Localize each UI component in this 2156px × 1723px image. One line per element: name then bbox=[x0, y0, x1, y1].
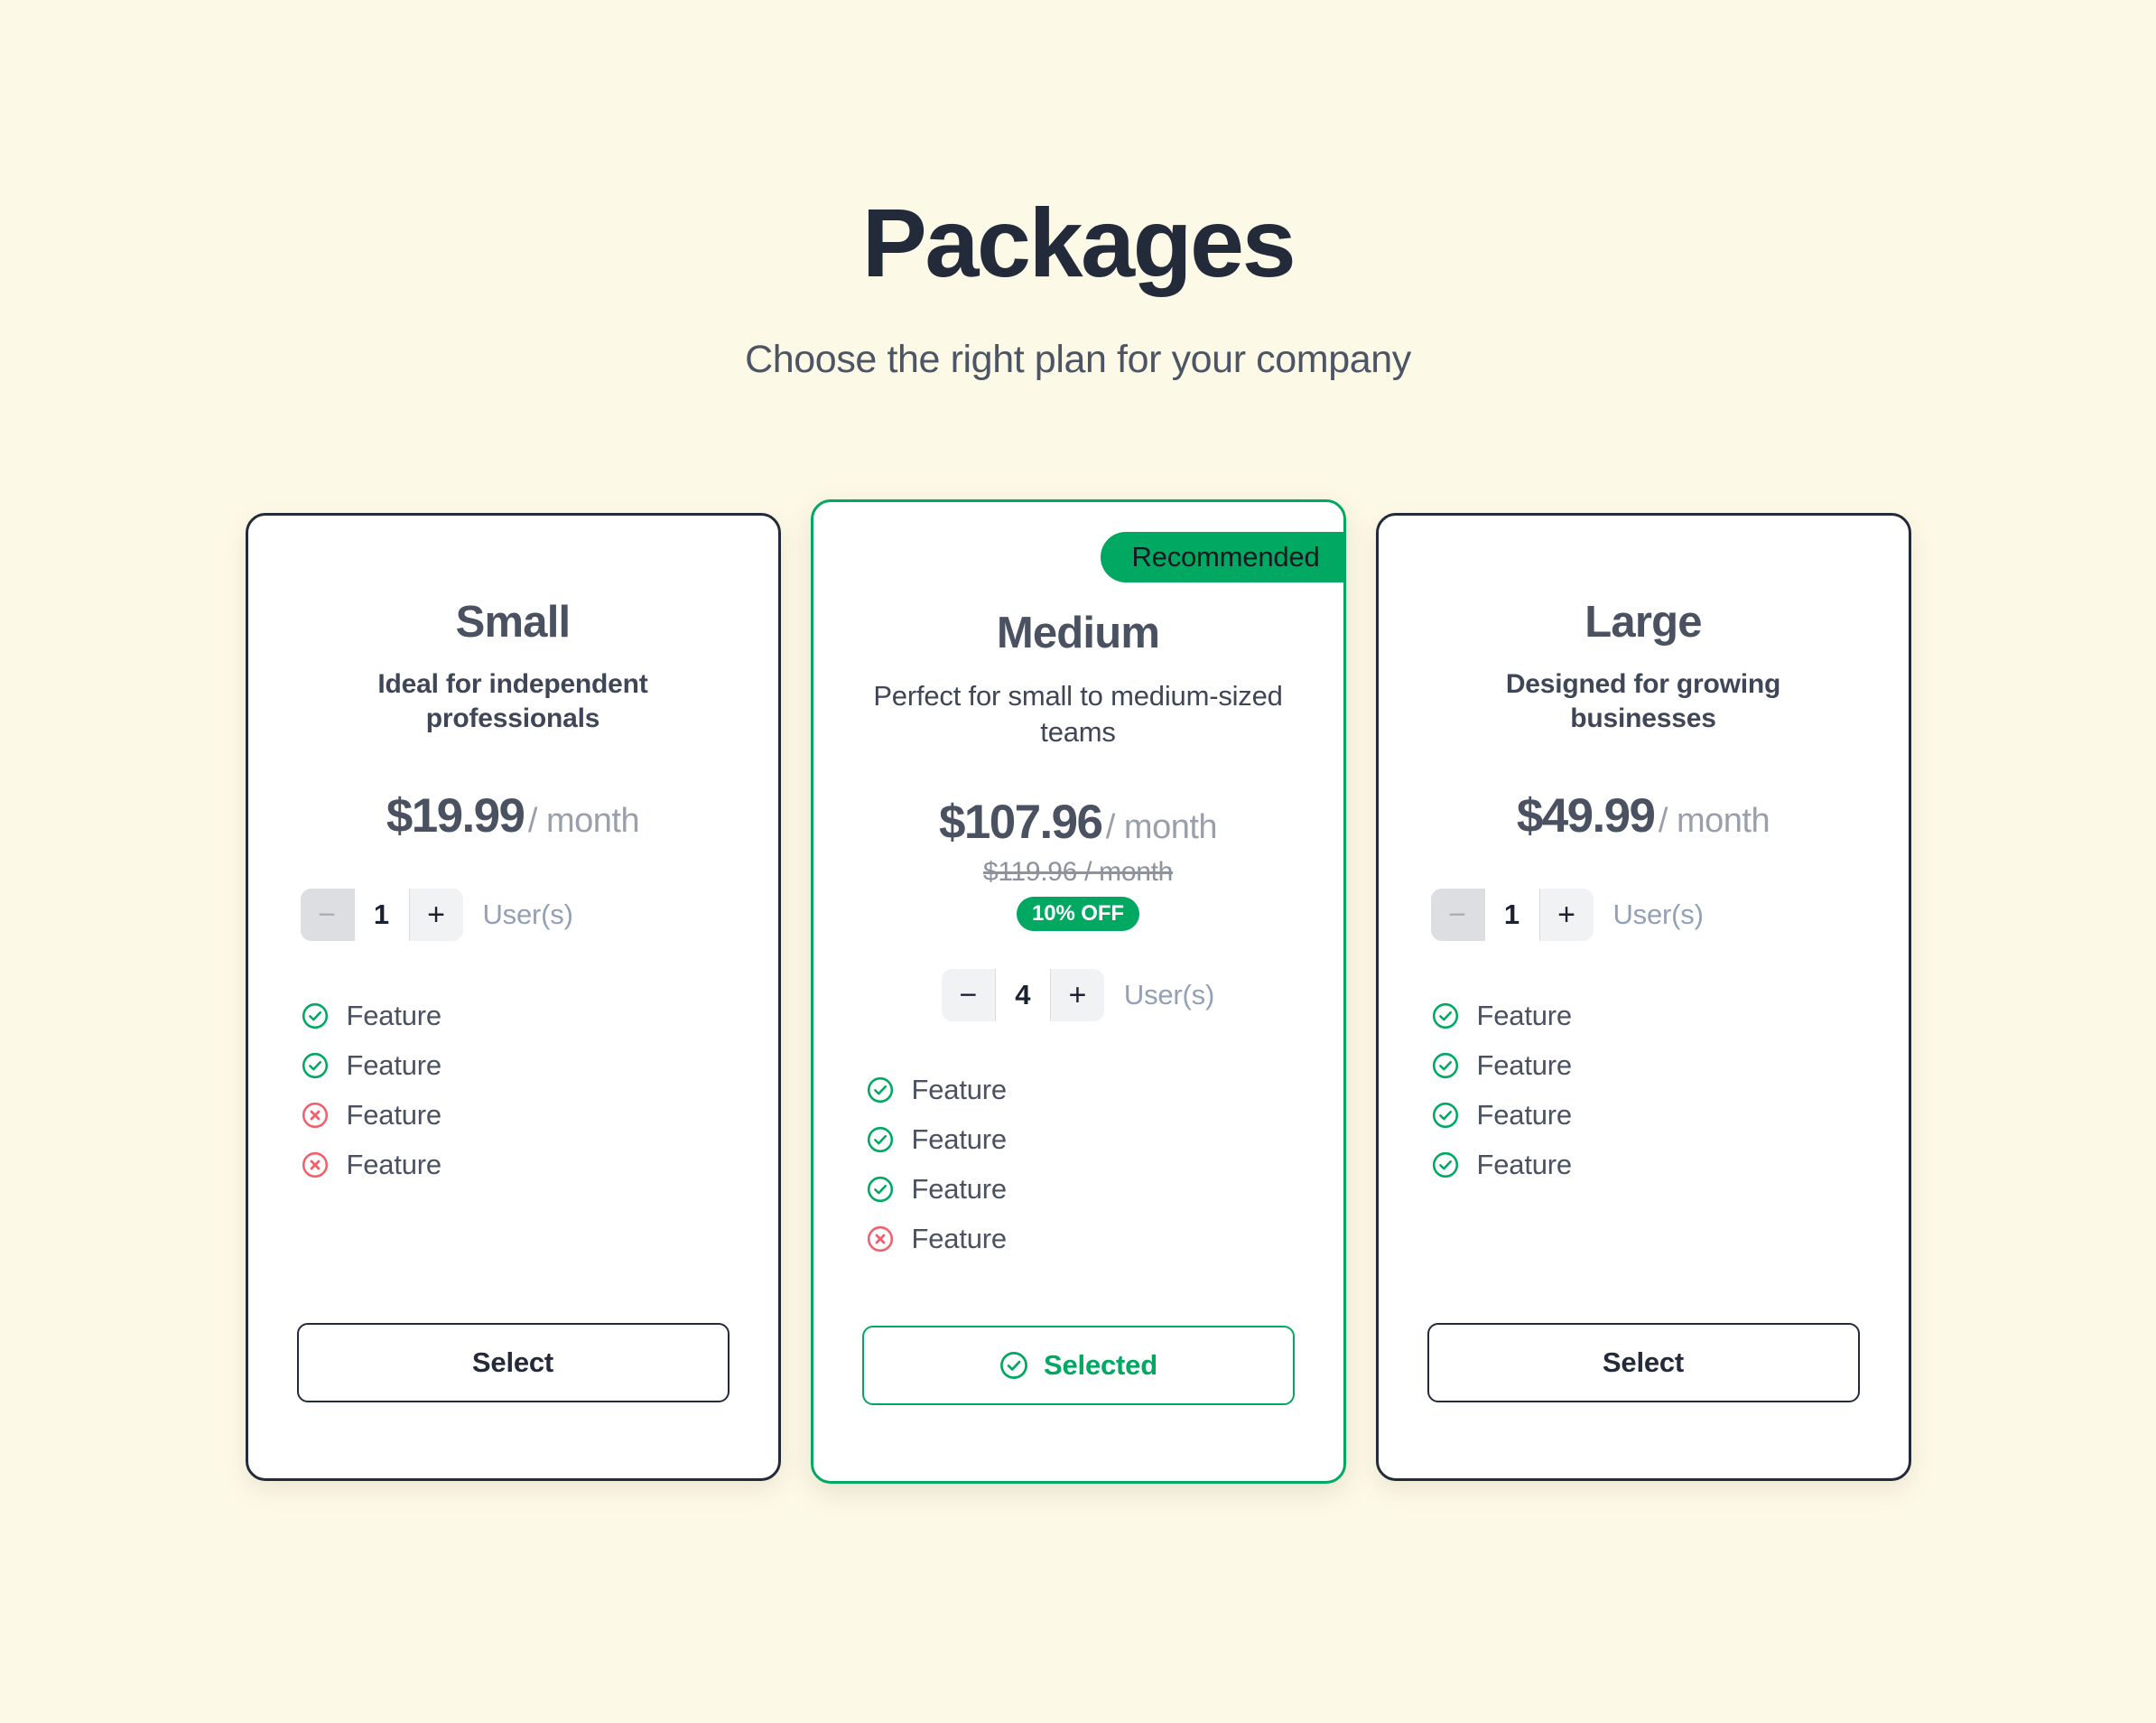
stepper-control: −1 + bbox=[300, 888, 463, 941]
select-button[interactable]: Select bbox=[296, 1323, 730, 1402]
page-title: Packages bbox=[861, 188, 1296, 297]
price-block: $19.99 / month bbox=[386, 788, 640, 843]
check-circle-icon bbox=[301, 1001, 330, 1030]
feature-item: Feature bbox=[866, 1065, 1298, 1114]
quantity-stepper: −1 + User(s) bbox=[300, 888, 573, 941]
increment-button[interactable]: + bbox=[409, 888, 463, 941]
recommended-badge: Recommended bbox=[1101, 532, 1343, 582]
plan-card-list: Small Ideal for independent professionals… bbox=[0, 499, 2156, 1484]
decrement-button: − bbox=[1430, 888, 1484, 941]
increment-button[interactable]: + bbox=[1050, 969, 1104, 1022]
selected-button[interactable]: Selected bbox=[861, 1326, 1295, 1405]
check-circle-icon bbox=[1431, 1150, 1460, 1179]
stepper-unit-label: User(s) bbox=[1123, 979, 1215, 1011]
feature-item: Feature bbox=[1431, 1141, 1863, 1190]
feature-label: Feature bbox=[911, 1122, 1008, 1155]
quantity-stepper: −4 + User(s) bbox=[941, 969, 1215, 1022]
original-price: $119.96 / month bbox=[982, 857, 1174, 888]
feature-label: Feature bbox=[346, 1049, 442, 1082]
feature-label: Feature bbox=[346, 1000, 442, 1032]
x-circle-icon bbox=[866, 1225, 895, 1253]
discount-badge: 10% OFF bbox=[1016, 897, 1139, 932]
price-block: $49.99 / month bbox=[1517, 788, 1770, 843]
page-header: Packages Choose the right plan for your … bbox=[0, 0, 2156, 382]
action-label: Select bbox=[1602, 1346, 1685, 1378]
feature-label: Feature bbox=[1476, 1099, 1573, 1132]
feature-item: Feature bbox=[866, 1214, 1298, 1263]
pricing-page: Packages Choose the right plan for your … bbox=[0, 0, 2156, 1723]
select-button[interactable]: Select bbox=[1426, 1323, 1860, 1402]
decrement-button[interactable]: − bbox=[941, 969, 995, 1022]
feature-label: Feature bbox=[1476, 1000, 1573, 1032]
feature-label: Feature bbox=[1476, 1049, 1573, 1082]
price-amount: $49.99 bbox=[1516, 788, 1656, 843]
x-circle-icon bbox=[301, 1101, 330, 1130]
plan-description: Designed for growing businesses bbox=[1505, 669, 1781, 734]
plan-description: Ideal for independent professionals bbox=[377, 669, 648, 734]
price-line: $107.96 / month bbox=[938, 795, 1218, 850]
quantity-value[interactable]: 4 bbox=[994, 969, 1051, 1022]
page-subtitle: Choose the right plan for your company bbox=[745, 338, 1411, 382]
feature-list: Feature Feature Feature Feature bbox=[301, 992, 733, 1190]
stepper-unit-label: User(s) bbox=[1612, 898, 1704, 930]
check-circle-icon bbox=[1431, 1101, 1460, 1130]
feature-item: Feature bbox=[1431, 1041, 1863, 1091]
check-circle-icon bbox=[1431, 1001, 1460, 1030]
check-circle-icon bbox=[866, 1076, 895, 1104]
plan-name: Medium bbox=[996, 609, 1160, 657]
plan-card-medium[interactable]: Recommended Medium Perfect for small to me… bbox=[810, 499, 1346, 1484]
feature-label: Feature bbox=[911, 1073, 1008, 1105]
plan-description: Perfect for small to medium-sized teams bbox=[873, 680, 1283, 748]
feature-item: Feature bbox=[301, 1041, 733, 1091]
feature-list: Feature Feature Feature Feature bbox=[1431, 992, 1863, 1190]
feature-item: Feature bbox=[301, 1091, 733, 1141]
check-circle-icon bbox=[866, 1175, 895, 1204]
feature-label: Feature bbox=[346, 1099, 442, 1132]
price-amount: $19.99 bbox=[386, 788, 525, 843]
check-circle-icon bbox=[999, 1350, 1029, 1381]
x-circle-icon bbox=[301, 1150, 330, 1179]
quantity-value[interactable]: 1 bbox=[1483, 888, 1540, 941]
price-period: / month bbox=[1658, 801, 1770, 840]
plan-name: Large bbox=[1584, 598, 1702, 647]
quantity-value[interactable]: 1 bbox=[353, 888, 410, 941]
feature-label: Feature bbox=[1476, 1149, 1573, 1181]
price-period: / month bbox=[527, 801, 640, 840]
decrement-button: − bbox=[300, 888, 354, 941]
feature-list: Feature Feature Feature Feature bbox=[866, 1065, 1298, 1263]
action-label: Select bbox=[471, 1346, 554, 1378]
feature-item: Feature bbox=[866, 1164, 1298, 1214]
price-line: $19.99 / month bbox=[386, 788, 640, 843]
feature-item: Feature bbox=[1431, 992, 1863, 1041]
check-circle-icon bbox=[866, 1125, 895, 1154]
check-circle-icon bbox=[301, 1051, 330, 1080]
action-label: Selected bbox=[1044, 1349, 1157, 1381]
feature-label: Feature bbox=[346, 1149, 442, 1181]
plan-card-small[interactable]: Small Ideal for independent professionals… bbox=[245, 513, 781, 1481]
stepper-unit-label: User(s) bbox=[482, 898, 573, 930]
price-amount: $107.96 bbox=[938, 796, 1103, 850]
feature-item: Feature bbox=[301, 992, 733, 1041]
price-block: $107.96 / month $119.96 / month 10% OFF bbox=[938, 795, 1218, 932]
feature-label: Feature bbox=[911, 1172, 1008, 1205]
plan-name: Small bbox=[455, 598, 572, 647]
plan-card-large[interactable]: Large Designed for growing businesses $49.… bbox=[1375, 513, 1911, 1481]
increment-button[interactable]: + bbox=[1539, 888, 1594, 941]
stepper-control: −4 + bbox=[941, 969, 1104, 1022]
stepper-control: −1 + bbox=[1430, 888, 1594, 941]
feature-item: Feature bbox=[301, 1141, 733, 1190]
feature-item: Feature bbox=[1431, 1091, 1863, 1141]
check-circle-icon bbox=[1431, 1051, 1460, 1080]
feature-label: Feature bbox=[911, 1222, 1008, 1254]
quantity-stepper: −1 + User(s) bbox=[1430, 888, 1704, 941]
price-line: $49.99 / month bbox=[1517, 788, 1770, 843]
feature-item: Feature bbox=[866, 1114, 1298, 1164]
price-period: / month bbox=[1105, 808, 1218, 847]
